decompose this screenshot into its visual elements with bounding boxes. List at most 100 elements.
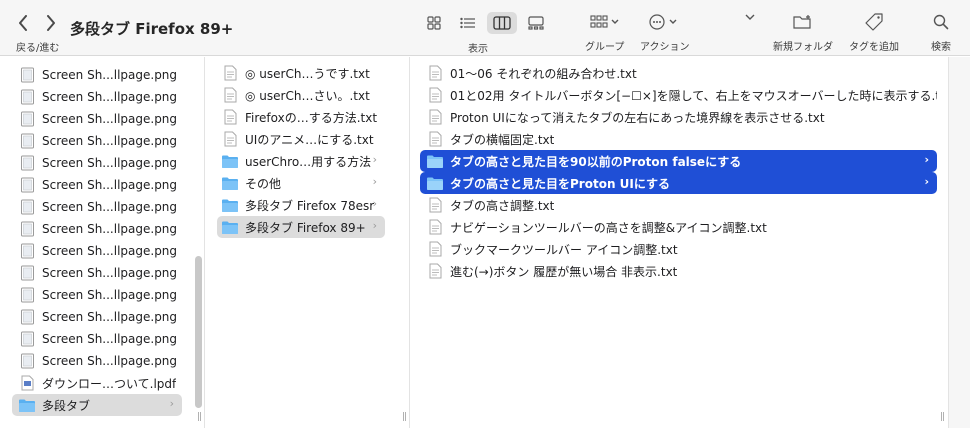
image-file-icon [18, 308, 36, 326]
item-label: Screen Sh...llpage.png [42, 222, 178, 236]
file-list-item[interactable]: Screen Sh...llpage.png [12, 130, 182, 152]
file-list-item[interactable]: 進む(→)ボタン 履歴が無い場合 非表示.txt [420, 260, 937, 282]
file-list-item[interactable]: Screen Sh...llpage.png [12, 218, 182, 240]
file-list-item[interactable]: タブの高さ調整.txt [420, 194, 937, 216]
text-file-icon [221, 108, 239, 126]
column-2-resize-handle[interactable]: || [402, 412, 407, 422]
file-list-item[interactable]: ダウンロー…ついて.lpdf [12, 372, 182, 394]
item-label: タブの高さと見た目をProton UIにする [450, 176, 670, 191]
image-file-icon [18, 242, 36, 260]
item-label: Proton UIになって消えたタブの左右にあった境界線を表示させる.txt [450, 110, 825, 125]
file-list-item[interactable]: その他 › [217, 172, 385, 194]
image-file-icon [18, 132, 36, 150]
column-1-scrollbar[interactable] [195, 256, 202, 408]
file-list-item[interactable]: 多段タブ › [12, 394, 182, 416]
file-list-item[interactable]: Screen Sh...llpage.png [12, 64, 182, 86]
gallery-view-button[interactable] [521, 12, 551, 34]
folder-icon [221, 174, 239, 192]
file-list-item[interactable]: タブの横幅固定.txt [420, 128, 937, 150]
file-list-item[interactable]: Screen Sh...llpage.png [12, 262, 182, 284]
file-list-item[interactable]: ◎ userCh…さい。.txt [217, 84, 385, 106]
new-folder-button[interactable]: 新規フォルダ [773, 9, 833, 53]
more-menu-button[interactable] [745, 13, 755, 21]
text-file-icon [221, 86, 239, 104]
chevron-right-icon: › [372, 175, 377, 188]
add-tag-button[interactable]: タグを追加 [849, 9, 899, 53]
item-label: Screen Sh...llpage.png [42, 354, 178, 368]
file-list-item[interactable]: Firefoxの…する方法.txt [217, 106, 385, 128]
file-list-item[interactable]: ブックマークツールバー アイコン調整.txt [420, 238, 937, 260]
forward-button[interactable] [42, 12, 60, 34]
folder-icon [221, 152, 239, 170]
file-list-item[interactable]: UIのアニメ…にする.txt [217, 128, 385, 150]
file-list-item[interactable]: Screen Sh...llpage.png [12, 196, 182, 218]
item-label: ◎ userCh…さい。.txt [245, 88, 370, 103]
column-3-resize-handle[interactable]: || [940, 412, 945, 422]
file-list-item[interactable]: タブの高さと見た目を90以前のProton falseにする › [420, 150, 937, 172]
file-list-item[interactable]: ナビゲーションツールバーの高さを調整&アイコン調整.txt [420, 216, 937, 238]
item-label: UIのアニメ…にする.txt [245, 132, 374, 147]
chevron-right-icon [47, 15, 55, 31]
item-label: Screen Sh...llpage.png [42, 178, 178, 192]
file-list-item[interactable]: ◎ userCh…うです.txt [217, 62, 385, 84]
group-button[interactable]: グループ [585, 9, 624, 53]
text-file-icon [221, 130, 239, 148]
file-list-item[interactable]: Screen Sh...llpage.png [12, 108, 182, 130]
file-list-item[interactable]: タブの高さと見た目をProton UIにする › [420, 172, 937, 194]
action-label: アクション [640, 42, 690, 53]
column-3[interactable]: 01～06 それぞれの組み合わせ.txt 01と02用 タイトルバーボタン[−☐×… [410, 57, 947, 428]
list-view-button[interactable] [453, 12, 483, 34]
item-label: ◎ userCh…うです.txt [245, 66, 370, 81]
item-label: 01～06 それぞれの組み合わせ.txt [450, 66, 637, 81]
folder-icon [426, 152, 444, 170]
column-1-resize-handle[interactable]: || [197, 412, 202, 422]
image-file-icon [18, 154, 36, 172]
file-list-item[interactable]: Screen Sh...llpage.png [12, 306, 182, 328]
item-label: 01と02用 タイトルバーボタン[−☐×]を隠して、右上をマウスオーバーした時に… [450, 88, 937, 103]
chevron-right-icon: › [372, 197, 377, 210]
file-list-item[interactable]: 多段タブ Firefox 89+ › [217, 216, 385, 238]
new-folder-label: 新規フォルダ [773, 42, 833, 53]
file-list-item[interactable]: 01～06 それぞれの組み合わせ.txt [420, 62, 937, 84]
item-label: Screen Sh...llpage.png [42, 112, 178, 126]
image-file-icon [18, 198, 36, 216]
column-1[interactable]: Screen Sh...llpage.png Screen Sh...llpage… [0, 57, 190, 428]
chevron-down-icon [745, 14, 755, 20]
icon-view-button[interactable] [419, 12, 449, 34]
item-label: タブの高さ調整.txt [450, 198, 555, 213]
action-button[interactable]: アクション [640, 9, 690, 53]
file-list-item[interactable]: Screen Sh...llpage.png [12, 350, 182, 372]
file-list-item[interactable]: Screen Sh...llpage.png [12, 328, 182, 350]
file-list-item[interactable]: userChro…用する方法 › [217, 150, 385, 172]
item-label: 多段タブ Firefox 78esr [245, 198, 375, 213]
file-list-item[interactable]: Screen Sh...llpage.png [12, 240, 182, 262]
back-button[interactable] [14, 12, 32, 34]
file-list-item[interactable]: Screen Sh...llpage.png [12, 284, 182, 306]
right-panel-edge [948, 57, 970, 428]
text-file-icon [426, 130, 444, 148]
file-list-item[interactable]: 多段タブ Firefox 78esr › [217, 194, 385, 216]
item-label: Screen Sh...llpage.png [42, 200, 178, 214]
folder-icon [18, 396, 36, 414]
columns-icon [493, 16, 511, 30]
item-label: その他 [245, 176, 282, 191]
text-file-icon [426, 262, 444, 280]
item-label: Firefoxの…する方法.txt [245, 110, 378, 125]
file-list-item[interactable]: Proton UIになって消えたタブの左右にあった境界線を表示させる.txt [420, 106, 937, 128]
image-file-icon [18, 66, 36, 84]
item-label: タブの横幅固定.txt [450, 132, 555, 147]
file-list-item[interactable]: 01と02用 タイトルバーボタン[−☐×]を隠して、右上をマウスオーバーした時に… [420, 84, 937, 106]
column-2[interactable]: ◎ userCh…うです.txt ◎ userCh…さい。.txt Firefoxの… [205, 57, 395, 428]
item-label: Screen Sh...llpage.png [42, 244, 178, 258]
window-title: 多段タブ Firefox 89+ [70, 20, 234, 38]
file-list-item[interactable]: Screen Sh...llpage.png [12, 174, 182, 196]
column-view-button[interactable] [487, 12, 517, 34]
file-list-item[interactable]: Screen Sh...llpage.png [12, 152, 182, 174]
search-button[interactable]: 検索 [931, 9, 951, 53]
pdf-file-icon [18, 374, 36, 392]
file-list-item[interactable]: Screen Sh...llpage.png [12, 86, 182, 108]
chevron-right-icon: › [372, 219, 377, 232]
folder-icon [221, 218, 239, 236]
item-label: Screen Sh...llpage.png [42, 332, 178, 346]
view-switcher [419, 12, 551, 34]
